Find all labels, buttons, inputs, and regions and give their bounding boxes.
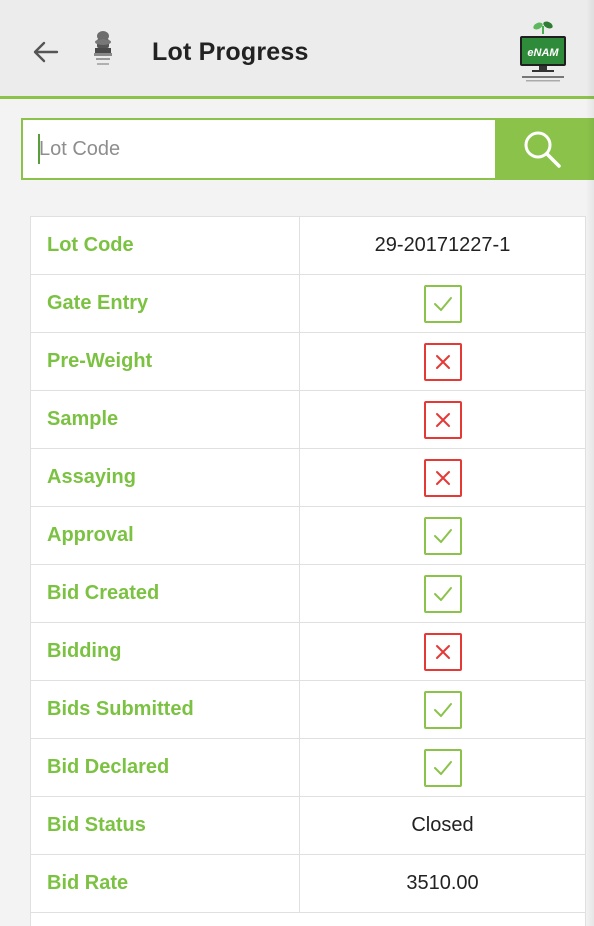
- row-label: Pre-Weight: [47, 350, 153, 372]
- check-icon: [423, 574, 462, 613]
- check-icon: [423, 748, 462, 787]
- text-cursor: [38, 134, 40, 164]
- table-row: Bids Submitted: [31, 681, 585, 739]
- svg-text:eNAM: eNAM: [527, 47, 559, 59]
- row-value: Closed: [411, 814, 474, 836]
- search-icon: [524, 131, 561, 168]
- table-row: Gate Entry: [31, 275, 585, 333]
- lot-progress-table: Lot Code 29-20171227-1 Gate Entry Pre-Weigh…: [30, 216, 586, 926]
- row-label: Bid Rate: [47, 872, 129, 894]
- row-status: [300, 623, 585, 680]
- row-status: [300, 391, 585, 448]
- check-icon: [423, 516, 462, 555]
- row-label: Bids Submitted: [47, 698, 194, 720]
- table-row: Bid Declared: [31, 739, 585, 797]
- search-bar: [21, 118, 594, 180]
- row-status: [300, 275, 585, 332]
- table-row: Bid Rate 3510.00: [31, 855, 585, 913]
- table-row: Bid Created: [31, 565, 585, 623]
- check-icon: [423, 284, 462, 323]
- row-value: 29-20171227-1: [374, 234, 511, 256]
- table-row: Assaying: [31, 449, 585, 507]
- row-status: [300, 565, 585, 622]
- national-emblem-icon: [94, 31, 112, 65]
- table-row: Pre-Weight: [31, 333, 585, 391]
- table-row: Lot Code 29-20171227-1: [31, 217, 585, 275]
- row-status: [300, 333, 585, 390]
- cross-icon: [423, 458, 462, 497]
- row-label: Bid Status: [47, 814, 146, 836]
- arrow-left-icon: [33, 41, 59, 63]
- row-label: Lot Code: [47, 234, 134, 256]
- row-label: Approval: [47, 524, 134, 546]
- row-label: Sample: [47, 408, 119, 430]
- table-row: Approval: [31, 507, 585, 565]
- table-row: Sample: [31, 391, 585, 449]
- app-bar: Lot Progress eNAM: [0, 0, 594, 99]
- row-label: Bid Created: [47, 582, 160, 604]
- row-status: [300, 681, 585, 738]
- back-button[interactable]: [26, 32, 66, 72]
- cross-icon: [423, 632, 462, 671]
- cross-icon: [423, 400, 462, 439]
- check-icon: [423, 690, 462, 729]
- row-label: Bidding: [47, 640, 122, 662]
- row-label: Bid Declared: [47, 756, 170, 778]
- row-value: 3510.00: [406, 872, 479, 894]
- enam-logo: eNAM: [520, 21, 566, 82]
- table-row: Bidding: [31, 623, 585, 681]
- row-label: Gate Entry: [47, 292, 149, 314]
- page-title: Lot Progress: [152, 38, 309, 66]
- row-status: [300, 739, 585, 796]
- lot-progress-screen: Lot Progress eNAM Lot Code 29-20171227-1 G…: [0, 0, 594, 926]
- row-status: [300, 449, 585, 506]
- row-label: Assaying: [47, 466, 136, 488]
- search-button[interactable]: [495, 120, 592, 178]
- row-status: [300, 507, 585, 564]
- lot-code-input[interactable]: [23, 120, 495, 178]
- cross-icon: [423, 342, 462, 381]
- table-row: Bid Status Closed: [31, 797, 585, 855]
